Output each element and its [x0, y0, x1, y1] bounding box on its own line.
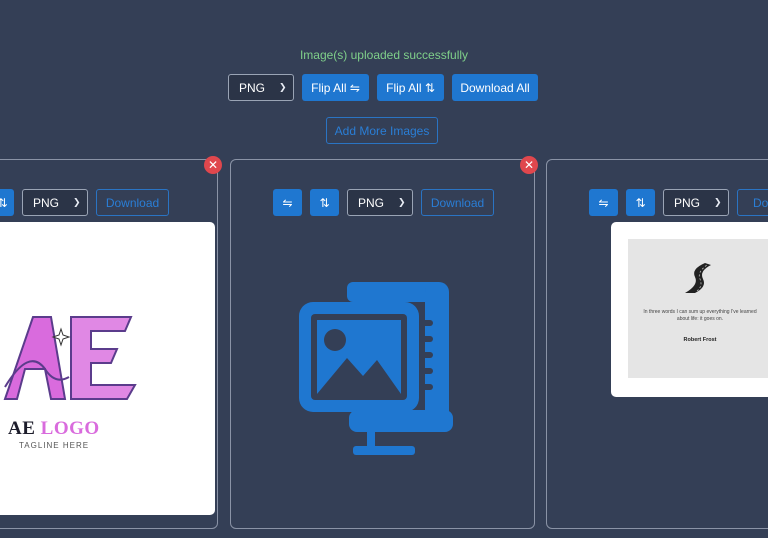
image-card: ⇋ ⇅ PNG ❯ Download: [230, 159, 535, 529]
global-toolbar: PNG ❯ Flip All ⇋ Flip All ⇅ Download All: [228, 74, 538, 101]
download-button[interactable]: Dow: [737, 189, 768, 216]
format-select-value: PNG: [33, 195, 60, 210]
format-select[interactable]: PNG ❯: [347, 189, 413, 216]
quote-text: In three words I can sum up everything I…: [643, 309, 757, 322]
image-preview: AE LOGO TAGLINE HERE: [0, 222, 215, 515]
download-all-button[interactable]: Download All: [452, 74, 538, 101]
flip-horizontal-button[interactable]: ⇋: [589, 189, 618, 216]
add-more-images-button[interactable]: Add More Images: [326, 117, 438, 144]
image-converter-icon: [299, 282, 453, 455]
format-select[interactable]: PNG ❯: [663, 189, 729, 216]
flip-vertical-button[interactable]: ⇅: [626, 189, 655, 216]
road-icon: [685, 263, 711, 293]
download-button[interactable]: Download: [96, 189, 169, 216]
image-preview: In three words I can sum up everything I…: [611, 222, 768, 397]
quote-card: In three words I can sum up everything I…: [628, 239, 768, 378]
flip-vertical-button[interactable]: ⇅: [310, 189, 339, 216]
format-select-value: PNG: [674, 195, 701, 210]
image-card: ⇋ ⇅ PNG ❯ Dow In three words I can sum u…: [546, 159, 768, 529]
format-select[interactable]: PNG ❯: [22, 189, 88, 216]
download-button[interactable]: Download: [421, 189, 494, 216]
flip-vertical-button[interactable]: ⇅: [0, 189, 14, 216]
letter-e-shape: [70, 316, 137, 400]
remove-image-button[interactable]: ✕: [204, 156, 222, 174]
ae-logo-graphic: [3, 316, 137, 400]
logo-tagline: TAGLINE HERE: [19, 441, 90, 450]
flip-all-horizontal-button[interactable]: Flip All ⇋: [302, 74, 369, 101]
chevron-down-icon: ❯: [714, 197, 722, 207]
flip-horizontal-button[interactable]: ⇋: [273, 189, 302, 216]
flip-all-vertical-button[interactable]: Flip All ⇅: [377, 74, 444, 101]
chevron-down-icon: ❯: [279, 82, 287, 92]
quote-author: Robert Frost: [683, 337, 717, 343]
format-select[interactable]: PNG ❯: [228, 74, 294, 101]
format-select-value: PNG: [358, 195, 385, 210]
chevron-down-icon: ❯: [73, 197, 81, 207]
letter-a-shape: [3, 316, 67, 400]
remove-image-button[interactable]: ✕: [520, 156, 538, 174]
upload-status: Image(s) uploaded successfully: [299, 48, 469, 62]
chevron-down-icon: ❯: [398, 197, 406, 207]
logo-title: AE LOGO: [8, 418, 100, 439]
format-select-value: PNG: [239, 80, 266, 95]
image-card: ⇅ PNG ❯ Download AE LOGO TAGLINE HERE: [0, 159, 218, 529]
